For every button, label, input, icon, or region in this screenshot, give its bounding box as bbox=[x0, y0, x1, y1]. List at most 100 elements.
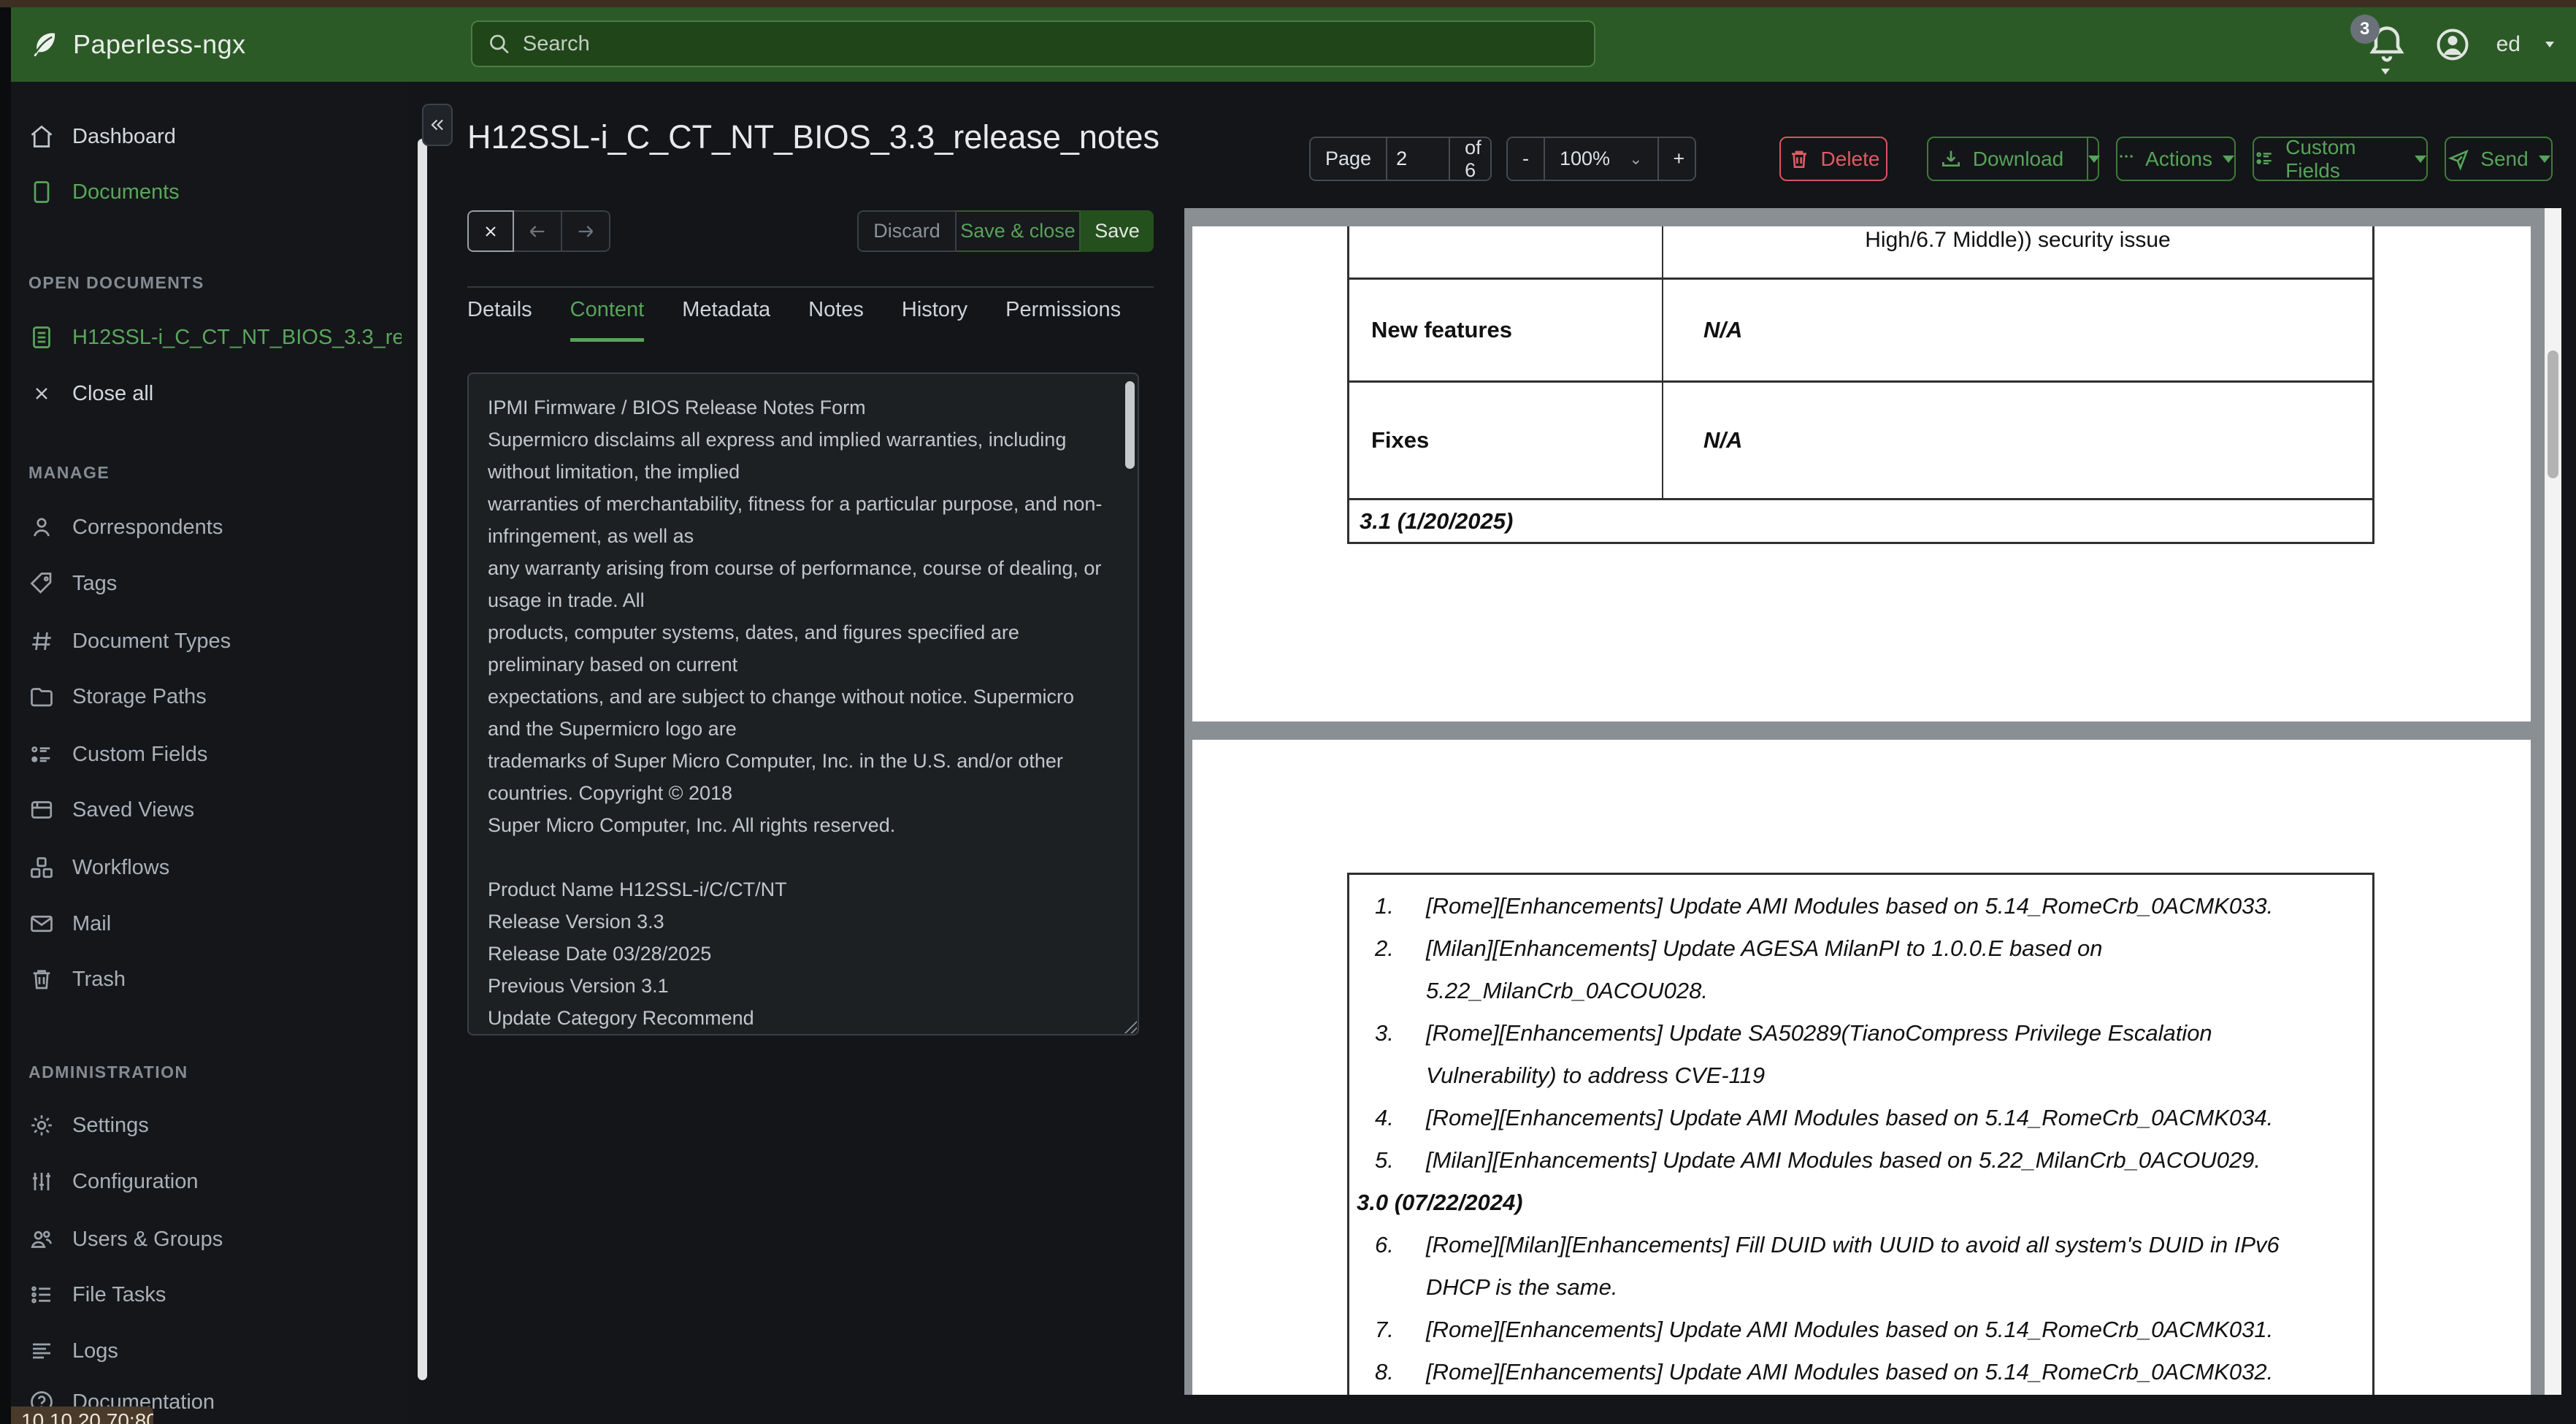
sidebar-open-document[interactable]: H12SSL-i_C_CT_NT_BIOS_3.3_rel... bbox=[28, 320, 402, 355]
download-main-button[interactable]: Download bbox=[1926, 138, 2077, 180]
discard-button[interactable]: Discard bbox=[857, 210, 957, 252]
sidebar-item-configuration[interactable]: Configuration bbox=[28, 1164, 402, 1199]
sidebar-item-users-groups[interactable]: Users & Groups bbox=[28, 1222, 402, 1257]
table-cell: N/A bbox=[1703, 427, 1743, 453]
send-button[interactable]: Send bbox=[2445, 137, 2553, 181]
pdf-list-text: [Milan][Enhancements] Update AMI Modules… bbox=[1426, 1147, 2261, 1173]
user-menu-chevron-icon[interactable] bbox=[2545, 42, 2554, 47]
pdf-list-number: 4. bbox=[1375, 1105, 1394, 1130]
zoom-in-button[interactable]: + bbox=[1658, 138, 1695, 180]
pdf-list-text: [Milan][Enhancements] Update AGESA Milan… bbox=[1426, 935, 2103, 961]
delete-button[interactable]: Delete bbox=[1779, 137, 1887, 181]
sidebar-item-label: Settings bbox=[72, 1113, 149, 1137]
pdf-list-line: 3. [Rome][Enhancements] Update SA50289(Ti… bbox=[1349, 1012, 2372, 1054]
username[interactable]: ed bbox=[2496, 32, 2521, 57]
pdf-scrollbar-track[interactable] bbox=[2545, 208, 2561, 1395]
envelope-icon bbox=[28, 911, 55, 937]
textarea-scrollbar[interactable] bbox=[1125, 381, 1135, 469]
home-icon bbox=[28, 123, 55, 150]
chevron-down-icon bbox=[2415, 155, 2426, 163]
chevron-down-icon bbox=[2538, 155, 2550, 163]
pdf-list-line: DHCP is the same. bbox=[1349, 1266, 2372, 1309]
sidebar-item-label: Workflows bbox=[72, 855, 170, 879]
global-search[interactable] bbox=[471, 20, 1595, 67]
sidebar-item-workflows[interactable]: Workflows bbox=[28, 850, 402, 885]
table-cell: Fixes bbox=[1349, 383, 1663, 498]
sidebar-item-logs[interactable]: Logs bbox=[28, 1333, 402, 1369]
collapse-sidebar-button[interactable] bbox=[422, 104, 453, 146]
tab-history[interactable]: History bbox=[902, 298, 967, 342]
administration-header: ADMINISTRATION bbox=[28, 1063, 188, 1082]
tag-icon bbox=[28, 570, 55, 597]
task-list-icon bbox=[28, 1282, 55, 1308]
page-number-input[interactable] bbox=[1396, 148, 1441, 170]
custom-fields-button[interactable]: Custom Fields bbox=[2253, 136, 2428, 182]
sidebar-item-file-tasks[interactable]: File Tasks bbox=[28, 1277, 402, 1312]
pdf-page-1: High/6.7 Middle)) security issue New fea… bbox=[1192, 226, 2531, 721]
pdf-list-line: 5.22_MilanCrb_0ACOU028. bbox=[1349, 970, 2372, 1012]
tab-details[interactable]: Details bbox=[467, 298, 532, 342]
sidebar-item-saved-views[interactable]: Saved Views bbox=[28, 792, 402, 827]
pdf-scrollbar-thumb[interactable] bbox=[2548, 351, 2558, 478]
manage-header: MANAGE bbox=[28, 463, 110, 482]
pdf-list-text: 5.22_MilanCrb_0ACOU028. bbox=[1426, 978, 1708, 1003]
sidebar-item-label: Tags bbox=[72, 571, 118, 595]
download-label: Download bbox=[1972, 147, 2064, 170]
trash-icon bbox=[28, 966, 55, 992]
sidebar-item-dashboard[interactable]: Dashboard bbox=[28, 119, 402, 154]
zoom-out-button[interactable]: - bbox=[1508, 138, 1545, 180]
pdf-list-number: 3. bbox=[1375, 1020, 1394, 1046]
sidebar-item-documents[interactable]: Documents bbox=[28, 175, 402, 210]
pdf-list-line: 9. [Rome][Milan][Enhancements] For UsbBus… bbox=[1349, 1393, 2372, 1395]
chevron-down-icon bbox=[2380, 69, 2390, 74]
person-icon bbox=[28, 514, 55, 540]
window-icon bbox=[28, 797, 55, 823]
pdf-list-number: 9. bbox=[1375, 1393, 1394, 1395]
sidebar-item-document-types[interactable]: Document Types bbox=[28, 624, 402, 659]
save-button-group: Discard Save & close Save bbox=[857, 210, 1154, 252]
document-tabs: Details Content Metadata Notes History P… bbox=[467, 298, 1121, 342]
sidebar-item-storage-paths[interactable]: Storage Paths bbox=[28, 679, 402, 714]
user-avatar-icon[interactable] bbox=[2434, 26, 2472, 64]
page-control-group: Page of 6 bbox=[1309, 137, 1492, 181]
table-row: New features N/A bbox=[1347, 280, 2374, 383]
tab-metadata[interactable]: Metadata bbox=[682, 298, 770, 342]
sidebar-item-trash[interactable]: Trash bbox=[28, 962, 402, 997]
notifications-button[interactable]: 3 bbox=[2350, 15, 2409, 74]
chevron-down-icon: ⌄ bbox=[1629, 149, 1643, 168]
previous-document-button[interactable] bbox=[514, 210, 562, 252]
tab-content[interactable]: Content bbox=[570, 298, 645, 342]
close-document-button[interactable] bbox=[467, 210, 514, 252]
sidebar-item-label: Logs bbox=[72, 1339, 118, 1363]
pdf-list-number: 2. bbox=[1375, 935, 1394, 961]
paperless-feather-logo-icon bbox=[28, 28, 60, 61]
save-and-close-button[interactable]: Save & close bbox=[957, 210, 1081, 252]
pdf-list-text: [Rome][Milan][Enhancements] For UsbBus.c… bbox=[1426, 1393, 2372, 1395]
sidebar-item-tags[interactable]: Tags bbox=[28, 566, 402, 601]
close-all-label: Close all bbox=[72, 381, 154, 405]
search-input[interactable] bbox=[522, 31, 1579, 56]
folder-icon bbox=[28, 684, 55, 710]
next-document-button[interactable] bbox=[562, 210, 610, 252]
sidebar-item-settings[interactable]: Settings bbox=[28, 1108, 402, 1143]
sidebar-item-label: Trash bbox=[72, 967, 126, 991]
brand[interactable]: Paperless-ngx bbox=[28, 28, 437, 61]
sidebar-item-correspondents[interactable]: Correspondents bbox=[28, 510, 402, 545]
sidebar-close-all[interactable]: Close all bbox=[28, 376, 402, 411]
sidebar-item-label: Saved Views bbox=[72, 797, 195, 822]
save-button[interactable]: Save bbox=[1081, 210, 1154, 252]
zoom-level-select[interactable]: 100% ⌄ bbox=[1545, 138, 1659, 180]
sidebar-item-label: File Tasks bbox=[72, 1282, 166, 1306]
sidebar-item-custom-fields[interactable]: Custom Fields bbox=[28, 737, 402, 772]
pdf-list-number: 1. bbox=[1375, 893, 1394, 919]
sidebar-scrollbar[interactable] bbox=[418, 139, 427, 1380]
pdf-list-text: Vulnerability) to address CVE-119 bbox=[1426, 1063, 1766, 1088]
download-options-button[interactable] bbox=[2087, 138, 2101, 180]
sidebar-item-mail[interactable]: Mail bbox=[28, 906, 402, 941]
open-documents-header: OPEN DOCUMENTS bbox=[28, 273, 204, 292]
pdf-page-2: 1. [Rome][Enhancements] Update AMI Module… bbox=[1192, 740, 2531, 1395]
tab-notes[interactable]: Notes bbox=[808, 298, 864, 342]
tab-permissions[interactable]: Permissions bbox=[1005, 298, 1121, 342]
content-textarea[interactable]: IPMI Firmware / BIOS Release Notes Form … bbox=[467, 372, 1139, 1036]
actions-button[interactable]: Actions bbox=[2116, 137, 2236, 181]
